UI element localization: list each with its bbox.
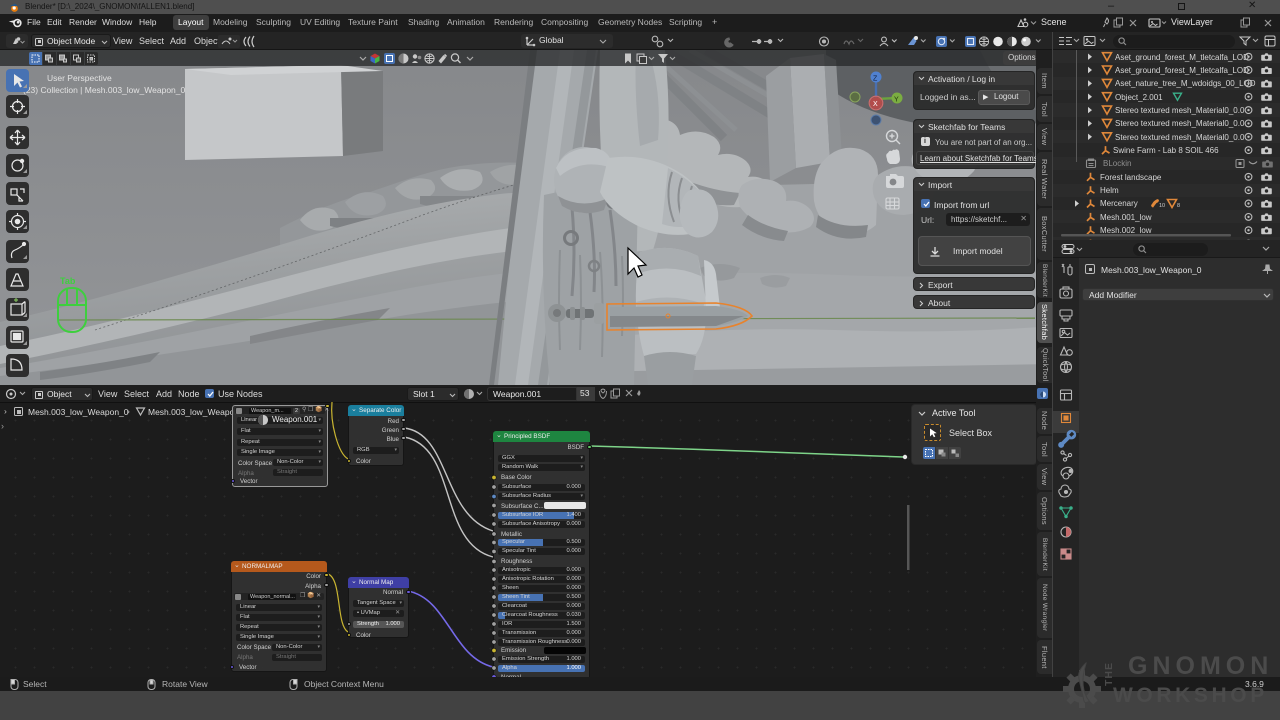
svg-text:Y: Y	[894, 97, 899, 104]
svg-text:GNOMON: GNOMON	[1128, 652, 1273, 680]
svg-text:X: X	[873, 101, 878, 108]
svg-text:THE: THE	[1103, 662, 1115, 686]
svg-text:User Perspective: User Perspective	[47, 73, 112, 83]
svg-text:Tab: Tab	[60, 276, 76, 286]
svg-text:(23) Collection | Mesh.003_low: (23) Collection | Mesh.003_low_Weapon_0	[23, 85, 186, 95]
svg-text:WORKSHOP: WORKSHOP	[1113, 684, 1268, 707]
svg-text:Z: Z	[873, 76, 878, 83]
